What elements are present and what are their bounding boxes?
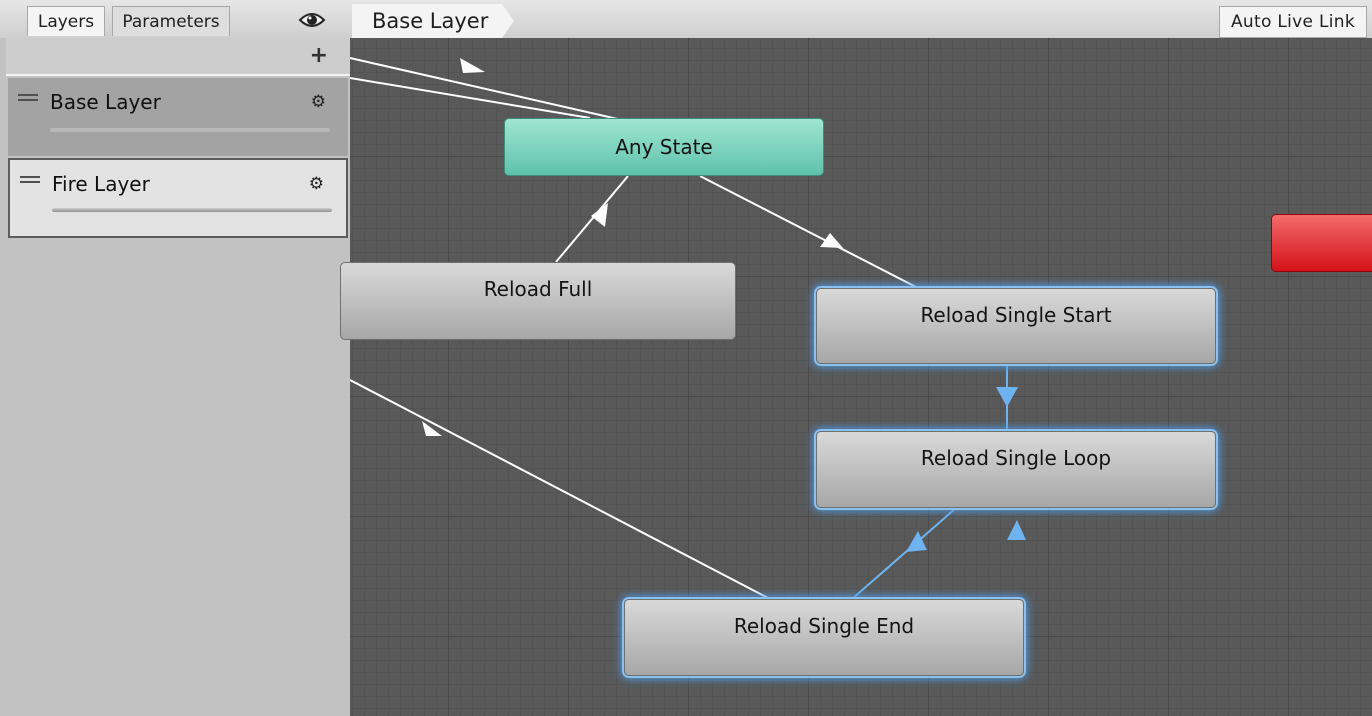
state-reload-single-end[interactable]: Reload Single End <box>624 599 1024 676</box>
gear-icon[interactable]: ⚙ <box>311 92 326 112</box>
layer-weight-bar <box>50 128 330 132</box>
transition-line[interactable] <box>350 57 623 121</box>
layer-item-base[interactable]: Base Layer ⚙ <box>8 78 348 156</box>
breadcrumb-base-layer[interactable]: Base Layer <box>352 4 514 38</box>
gear-icon[interactable]: ⚙ <box>309 174 324 194</box>
transition-line[interactable] <box>350 77 591 119</box>
state-exit-node[interactable] <box>1271 214 1372 272</box>
eye-icon[interactable] <box>298 9 326 31</box>
layer-name: Fire Layer <box>52 172 150 196</box>
transition-line[interactable] <box>350 379 771 600</box>
layer-weight-bar[interactable] <box>52 208 332 212</box>
arrow-icon <box>906 531 927 552</box>
drag-handle-icon[interactable] <box>18 94 38 101</box>
auto-live-link-button[interactable]: Auto Live Link <box>1219 6 1367 38</box>
tab-layers[interactable]: Layers <box>27 6 105 36</box>
state-machine-graph[interactable]: Any State Reload Full Reload Single Star… <box>340 38 1372 716</box>
state-any-state[interactable]: Any State <box>504 118 824 176</box>
arrow-icon <box>1007 520 1026 540</box>
layer-item-fire[interactable]: Fire Layer ⚙ <box>8 158 348 238</box>
animator-window: Layers Parameters Base Layer Auto Live L… <box>0 0 1372 716</box>
arrow-icon <box>591 203 608 227</box>
layers-panel: + Base Layer ⚙ Fire Layer ⚙ <box>0 38 351 716</box>
layer-name: Base Layer <box>50 90 161 114</box>
arrow-icon <box>460 58 485 73</box>
layers-header: + <box>6 38 350 76</box>
plus-icon[interactable]: + <box>310 43 328 68</box>
tab-parameters[interactable]: Parameters <box>112 6 230 36</box>
arrow-icon <box>996 387 1018 407</box>
state-reload-single-start[interactable]: Reload Single Start <box>816 288 1216 364</box>
state-reload-single-loop[interactable]: Reload Single Loop <box>816 431 1216 508</box>
state-reload-full[interactable]: Reload Full <box>340 262 736 340</box>
drag-handle-icon[interactable] <box>20 176 40 183</box>
transition-line-selected[interactable] <box>851 507 957 600</box>
animator-toolbar: Layers Parameters Base Layer Auto Live L… <box>0 0 1372 39</box>
transition-line[interactable] <box>555 175 629 263</box>
